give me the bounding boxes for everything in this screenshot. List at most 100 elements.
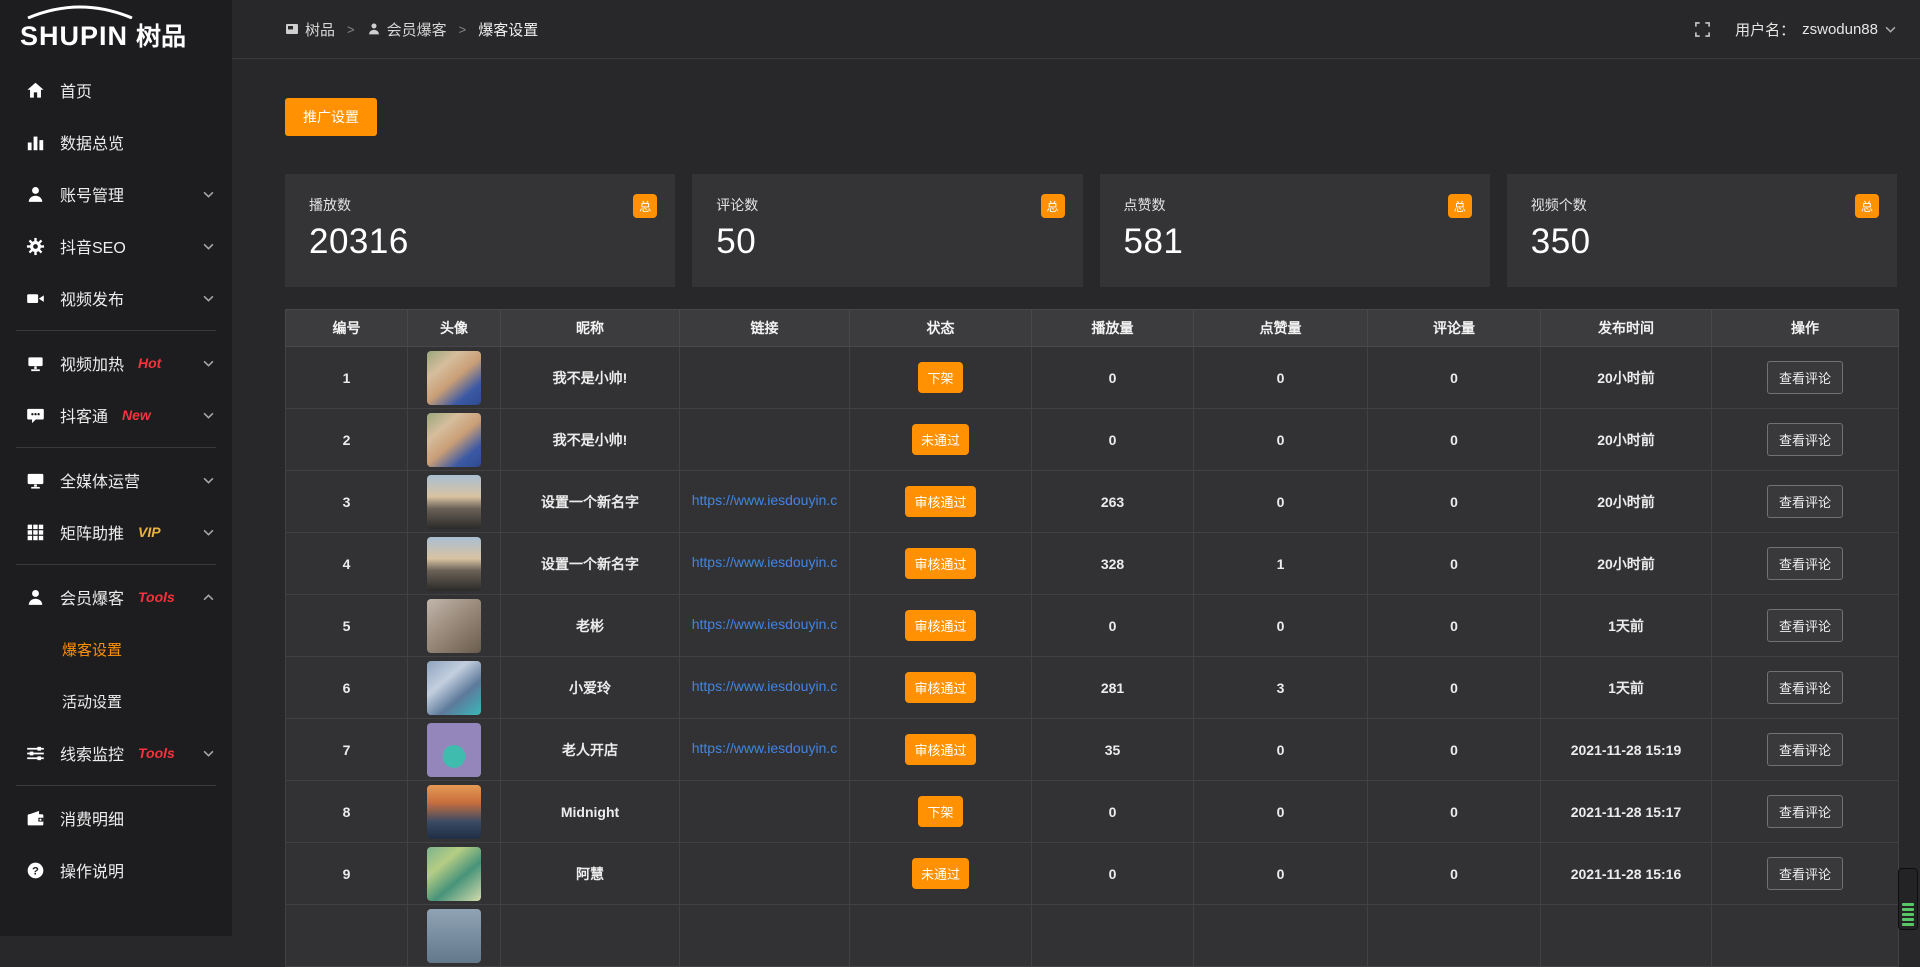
view-comments-button[interactable]: 查看评论: [1767, 423, 1843, 456]
help-icon: ?: [26, 861, 45, 880]
video-link[interactable]: https://www.iesdouyin.c: [692, 492, 838, 508]
cell-comments: 0: [1368, 781, 1541, 843]
cell-action: 查看评论: [1712, 657, 1899, 719]
sidebar-subitem-baoke-settings[interactable]: 爆客设置: [0, 623, 232, 675]
fullscreen-icon[interactable]: [1694, 21, 1711, 38]
breadcrumb-item-shupin[interactable]: 树品: [285, 19, 335, 40]
cell-likes: 0: [1194, 843, 1368, 905]
breadcrumb-separator: >: [347, 22, 355, 37]
cell-status: 审核通过: [850, 719, 1032, 781]
cell-plays: 0: [1032, 347, 1194, 409]
sidebar-item-tag: Hot: [138, 355, 161, 371]
sidebar: SHUPIN 树品 首页数据总览账号管理抖音SEO视频发布视频加热Hot抖客通N…: [0, 0, 232, 936]
avatar: [427, 599, 481, 653]
column-header: 昵称: [501, 310, 680, 347]
view-comments-button[interactable]: 查看评论: [1767, 795, 1843, 828]
view-comments-button[interactable]: 查看评论: [1767, 671, 1843, 704]
sidebar-item-doukertong[interactable]: 抖客通New: [0, 389, 232, 441]
sidebar-item-account-manage[interactable]: 账号管理: [0, 168, 232, 220]
sidebar-item-all-media[interactable]: 全媒体运营: [0, 454, 232, 506]
view-comments-button[interactable]: 查看评论: [1767, 547, 1843, 580]
cell-id: 5: [286, 595, 408, 657]
app-logo: SHUPIN 树品: [0, 0, 232, 58]
table-row: 4设置一个新名字https://www.iesdouyin.c审核通过32810…: [286, 533, 1899, 595]
cell-link: https://www.iesdouyin.c: [680, 533, 850, 595]
cell-id: 6: [286, 657, 408, 719]
sidebar-item-clue-monitor[interactable]: 线索监控Tools: [0, 727, 232, 779]
table-row: 6小爱玲https://www.iesdouyin.c审核通过281301天前查…: [286, 657, 1899, 719]
sidebar-item-consume-detail[interactable]: 消费明细: [0, 792, 232, 844]
video-link[interactable]: https://www.iesdouyin.c: [692, 554, 838, 570]
sidebar-item-tag: Tools: [138, 589, 175, 605]
table-header-row: 编号头像昵称链接状态播放量点赞量评论量发布时间操作: [286, 310, 1899, 347]
sidebar-item-data-overview[interactable]: 数据总览: [0, 116, 232, 168]
table-body: 1我不是小帅!下架00020小时前查看评论2我不是小帅!未通过00020小时前查…: [286, 347, 1899, 967]
view-comments-button[interactable]: 查看评论: [1767, 857, 1843, 890]
wallet-icon: [26, 809, 45, 828]
gear-icon: [26, 237, 45, 256]
chart-icon: [26, 133, 45, 152]
chevron-down-icon: [203, 750, 214, 757]
sidebar-item-video-heat[interactable]: 视频加热Hot: [0, 337, 232, 389]
status-badge: 审核通过: [905, 548, 975, 579]
cell-plays: 0: [1032, 409, 1194, 471]
heat-icon: [26, 354, 45, 373]
avatar: [427, 475, 481, 529]
avatar: [427, 847, 481, 901]
chevron-down-icon: [203, 529, 214, 536]
cell-time: 20小时前: [1541, 347, 1712, 409]
cell-likes: 0: [1194, 781, 1368, 843]
cell-nickname: Midnight: [501, 781, 680, 843]
sidebar-item-label: 账号管理: [60, 182, 124, 206]
stat-value: 20316: [309, 222, 675, 262]
sidebar-item-label: 全媒体运营: [60, 468, 140, 492]
view-comments-button[interactable]: 查看评论: [1767, 733, 1843, 766]
sidebar-subitem-label: 爆客设置: [62, 639, 122, 660]
breadcrumb-item-member[interactable]: 会员爆客: [367, 19, 447, 40]
cell-status: 未通过: [850, 409, 1032, 471]
column-header: 播放量: [1032, 310, 1194, 347]
view-comments-button[interactable]: 查看评论: [1767, 485, 1843, 518]
status-badge: 审核通过: [905, 672, 975, 703]
cell-id: 7: [286, 719, 408, 781]
cell-comments: 0: [1368, 657, 1541, 719]
cell-time: 20小时前: [1541, 471, 1712, 533]
video-link[interactable]: https://www.iesdouyin.c: [692, 740, 838, 756]
promo-settings-button[interactable]: 推广设置: [285, 98, 377, 136]
cell-time: 2021-11-28 15:16: [1541, 843, 1712, 905]
sidebar-item-home[interactable]: 首页: [0, 64, 232, 116]
stat-label: 播放数: [309, 195, 675, 215]
main-area: 树品>会员爆客>爆客设置 用户名：zswodun88 推广设置 播放数20316…: [232, 0, 1920, 936]
sidebar-subitem-label: 活动设置: [62, 691, 122, 712]
view-comments-button[interactable]: 查看评论: [1767, 361, 1843, 394]
table-head: 编号头像昵称链接状态播放量点赞量评论量发布时间操作: [286, 310, 1899, 347]
sidebar-item-label: 线索监控: [60, 741, 124, 765]
sidebar-subitem-activity-settings[interactable]: 活动设置: [0, 675, 232, 727]
sidebar-item-douyin-seo[interactable]: 抖音SEO: [0, 220, 232, 272]
table-row: 2我不是小帅!未通过00020小时前查看评论: [286, 409, 1899, 471]
cell-time: 20小时前: [1541, 409, 1712, 471]
breadcrumb: 树品>会员爆客>爆客设置: [285, 19, 538, 40]
sidebar-item-matrix-boost[interactable]: 矩阵助推VIP: [0, 506, 232, 558]
user-menu[interactable]: 用户名：zswodun88: [1735, 19, 1896, 40]
chevron-down-icon: [203, 477, 214, 484]
avatar: [427, 413, 481, 467]
column-header: 编号: [286, 310, 408, 347]
table-row: 3设置一个新名字https://www.iesdouyin.c审核通过26300…: [286, 471, 1899, 533]
content: 推广设置 播放数20316总评论数50总点赞数581总视频个数350总 编号头像…: [232, 59, 1920, 967]
sidebar-item-video-publish[interactable]: 视频发布: [0, 272, 232, 324]
sidebar-item-operation-guide[interactable]: ?操作说明: [0, 844, 232, 896]
grid-icon: [26, 523, 45, 542]
breadcrumb-item-current[interactable]: 爆客设置: [478, 19, 538, 40]
sidebar-menu: 首页数据总览账号管理抖音SEO视频发布视频加热Hot抖客通New 全媒体运营矩阵助…: [0, 64, 232, 896]
stat-card-3: 视频个数350总: [1507, 174, 1897, 287]
sidebar-item-tag: New: [122, 407, 151, 423]
video-link[interactable]: https://www.iesdouyin.c: [692, 616, 838, 632]
avatar: [427, 661, 481, 715]
stat-total-badge: 总: [1448, 194, 1472, 218]
view-comments-button[interactable]: 查看评论: [1767, 609, 1843, 642]
video-link[interactable]: https://www.iesdouyin.c: [692, 678, 838, 694]
sidebar-item-member-baoke[interactable]: 会员爆客Tools: [0, 571, 232, 623]
cell-nickname: 设置一个新名字: [501, 471, 680, 533]
scroll-indicator-widget[interactable]: [1898, 868, 1918, 930]
